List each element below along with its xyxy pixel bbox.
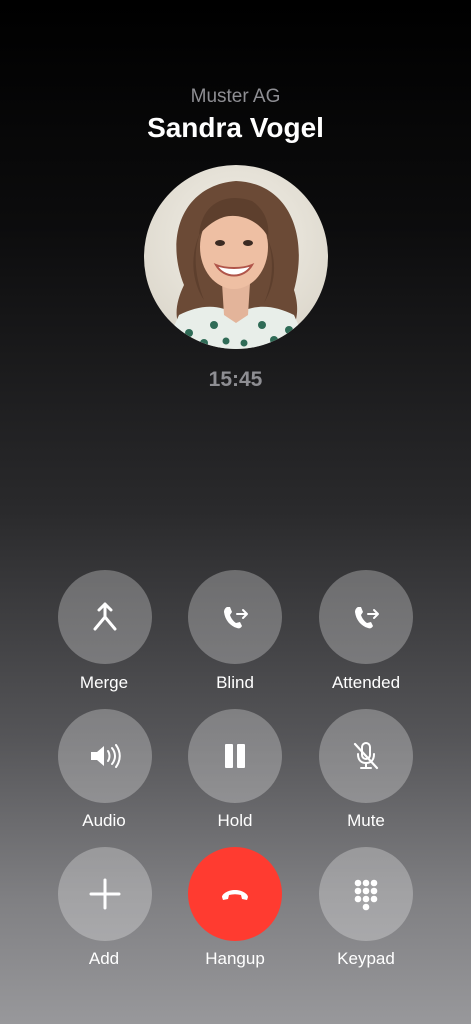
phone-forward-icon xyxy=(355,607,379,629)
blind-label: Blind xyxy=(216,673,254,692)
speaker-icon xyxy=(91,744,121,768)
hangup-button[interactable] xyxy=(188,847,282,941)
attended-label: Attended xyxy=(331,673,401,692)
attended-transfer-button[interactable] xyxy=(319,570,413,664)
merge-icon xyxy=(93,602,117,631)
mute-label: Mute xyxy=(347,811,385,830)
add-label: Add xyxy=(88,949,120,968)
keypad-label: Keypad xyxy=(337,949,395,968)
blind-transfer-button[interactable] xyxy=(188,570,282,664)
mic-off-icon xyxy=(353,742,379,770)
avatar xyxy=(144,165,328,349)
audio-label: Audio xyxy=(82,811,126,830)
end-call-icon xyxy=(222,890,248,900)
mute-button[interactable] xyxy=(319,709,413,803)
phone-forward-icon xyxy=(224,607,248,629)
plus-icon xyxy=(89,878,121,910)
pause-icon xyxy=(225,744,245,768)
audio-button[interactable] xyxy=(58,709,152,803)
keypad-button[interactable] xyxy=(319,847,413,941)
call-duration: 15:45 xyxy=(208,368,263,391)
hangup-label: Hangup xyxy=(205,949,265,968)
merge-label: Merge xyxy=(79,673,129,692)
keypad-icon xyxy=(354,879,378,911)
caller-name: Sandra Vogel xyxy=(147,112,324,143)
merge-button[interactable] xyxy=(58,570,152,664)
caller-company: Muster AG xyxy=(190,86,281,107)
hold-label: Hold xyxy=(217,811,253,830)
add-call-button[interactable] xyxy=(58,847,152,941)
hold-button[interactable] xyxy=(188,709,282,803)
